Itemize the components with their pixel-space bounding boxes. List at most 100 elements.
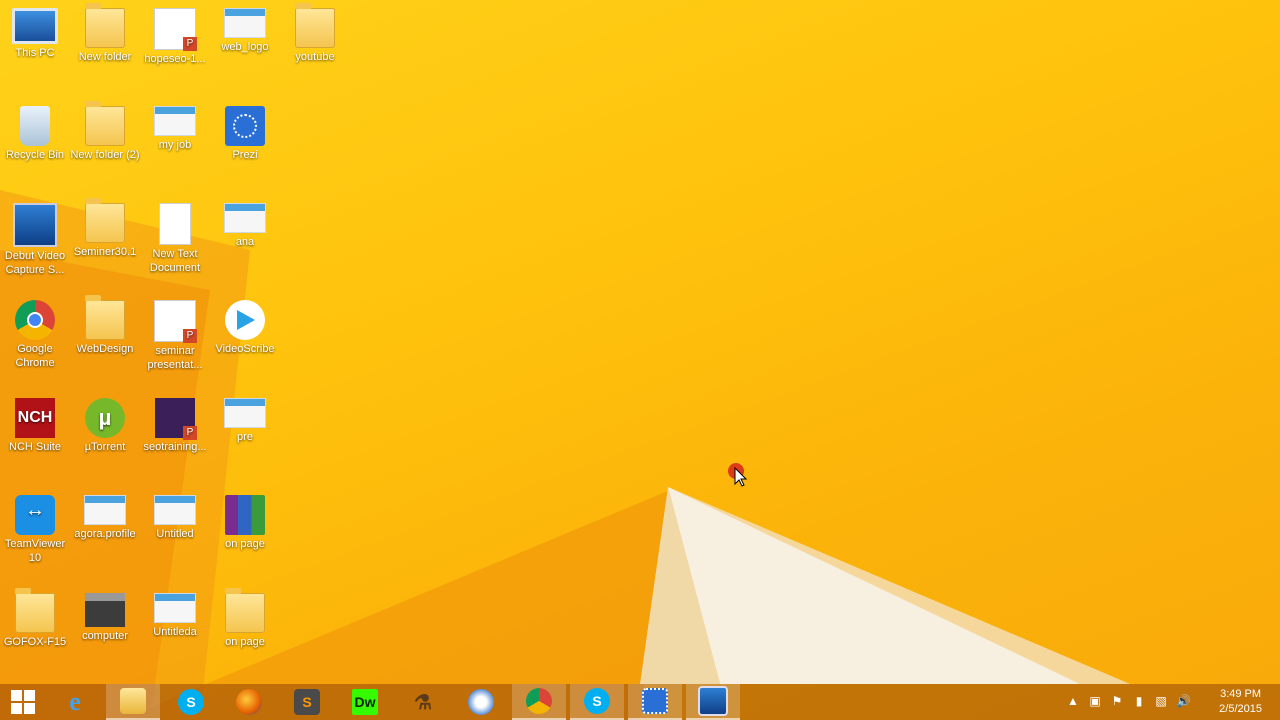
desktop-icon-web-logo[interactable]: web_logo bbox=[210, 0, 280, 54]
network-app-icon: ⚗ bbox=[414, 691, 432, 714]
desktop-icon-seotraining[interactable]: seotraining... bbox=[140, 390, 210, 454]
taskbar-internet-explorer[interactable]: e bbox=[48, 684, 102, 720]
desktop-icon-webdesign[interactable]: WebDesign bbox=[70, 292, 140, 356]
video-capture-icon bbox=[698, 686, 728, 716]
desktop-icon-label: hopeseo-1... bbox=[144, 53, 206, 65]
taskbar-browser[interactable] bbox=[454, 684, 508, 720]
desktop-icon-label: Untitleda bbox=[153, 626, 197, 638]
desktop-icon-youtube[interactable]: youtube bbox=[280, 0, 350, 64]
desktop-icon-label: seotraining... bbox=[143, 441, 207, 453]
taskbar-video-capture[interactable] bbox=[686, 684, 740, 720]
prezi-icon bbox=[225, 106, 265, 146]
nch-suite-icon: NCH bbox=[15, 398, 55, 438]
computer-icon bbox=[85, 593, 125, 627]
mouse-pointer-icon bbox=[728, 463, 748, 487]
desktop-icon-on-page[interactable]: on page bbox=[210, 585, 280, 649]
desktop-icon-label: web_logo bbox=[221, 41, 269, 53]
desktop-icon-label: agora.profile bbox=[74, 528, 136, 540]
prezi-icon bbox=[642, 688, 668, 714]
desktop-icon-new-text-document[interactable]: New Text Document bbox=[140, 195, 210, 275]
powerpoint-file-icon bbox=[155, 398, 197, 440]
folder-icon bbox=[295, 3, 335, 48]
desktop-icon-label: youtube bbox=[295, 51, 335, 63]
desktop-icon-videoscribe[interactable]: VideoScribe bbox=[210, 292, 280, 356]
taskbar-prezi[interactable] bbox=[628, 684, 682, 720]
desktop-icon-untitled[interactable]: Untitled bbox=[140, 487, 210, 541]
desktop-icon-google-chrome[interactable]: Google Chrome bbox=[0, 292, 70, 370]
teamviewer-icon bbox=[15, 495, 55, 535]
usb-drive-icon[interactable]: ▣ bbox=[1088, 694, 1102, 708]
browser-globe-icon bbox=[468, 689, 494, 715]
desktop-icon-label: New folder bbox=[78, 51, 132, 63]
taskbar-skype-2[interactable]: S bbox=[570, 684, 624, 720]
file-explorer-icon bbox=[120, 688, 146, 714]
desktop-icon-my-job[interactable]: my job bbox=[140, 98, 210, 152]
desktop-icon-new-folder[interactable]: New folder bbox=[70, 0, 140, 64]
desktop-icon-prezi[interactable]: Prezi bbox=[210, 98, 280, 162]
desktop-icon-label: on page bbox=[225, 538, 265, 550]
folder-icon bbox=[85, 198, 125, 243]
action-center-flag-icon[interactable]: ⚑ bbox=[1110, 694, 1124, 708]
desktop-icon-nch-suite[interactable]: NCH NCH Suite bbox=[0, 390, 70, 454]
show-hidden-icons-chevron-icon[interactable]: ▲ bbox=[1066, 694, 1080, 708]
desktop-icon-on-page[interactable]: on page bbox=[210, 487, 280, 551]
network-signal-icon[interactable]: ▧ bbox=[1154, 694, 1168, 708]
taskbar-google-chrome[interactable] bbox=[512, 684, 566, 720]
sublime-text-icon: S bbox=[294, 689, 320, 715]
desktop-icon-torrent[interactable]: µ µTorrent bbox=[70, 390, 140, 454]
this-pc-icon bbox=[12, 8, 58, 44]
desktop-icon-computer[interactable]: computer bbox=[70, 585, 140, 643]
image-file-icon bbox=[224, 203, 266, 233]
desktop-icon-label: NCH Suite bbox=[9, 441, 61, 453]
webpage-file-icon bbox=[154, 593, 196, 623]
utorrent-icon: µ bbox=[85, 398, 125, 438]
desktop-icon-gofox-f15[interactable]: GOFOX-F15 bbox=[0, 585, 70, 649]
volume-speaker-icon[interactable]: 🔊 bbox=[1176, 694, 1191, 708]
desktop-icon-label: my job bbox=[158, 139, 192, 151]
desktop-icon-label: New Text Document bbox=[149, 248, 201, 274]
desktop-icon-debut-video-capture-s[interactable]: Debut Video Capture S... bbox=[0, 195, 70, 277]
image-file-icon bbox=[224, 398, 266, 428]
taskbar-sublime-text[interactable]: S bbox=[280, 684, 334, 720]
desktop-icon-label: GOFOX-F15 bbox=[3, 636, 67, 648]
taskbar-dreamweaver[interactable]: Dw bbox=[338, 684, 392, 720]
desktop-icon-agora-profile[interactable]: agora.profile bbox=[70, 487, 140, 541]
desktop-icon-new-folder-2[interactable]: New folder (2) bbox=[70, 98, 140, 162]
desktop-icon-label: pre bbox=[237, 431, 253, 443]
start-button[interactable] bbox=[0, 684, 46, 720]
desktop-icon-label: TeamViewer 10 bbox=[4, 538, 66, 564]
desktop-icon-hopeseo-1[interactable]: hopeseo-1... bbox=[140, 0, 210, 66]
system-tray: ▲ ▣ ⚑ ▮ ▧ 🔊 3:49 PM 2/5/2015 bbox=[1050, 684, 1280, 720]
desktop-icon-ana[interactable]: ana bbox=[210, 195, 280, 249]
clock-time: 3:49 PM bbox=[1220, 688, 1262, 700]
desktop-icon-pre[interactable]: pre bbox=[210, 390, 280, 444]
image-file-icon bbox=[84, 495, 126, 525]
desktop-icon-label: Untitled bbox=[156, 528, 194, 540]
dreamweaver-icon: Dw bbox=[352, 689, 378, 715]
desktop-icon-recycle-bin[interactable]: Recycle Bin bbox=[0, 98, 70, 162]
desktop-icon-this-pc[interactable]: This PC bbox=[0, 0, 70, 60]
desktop-icon-label: ana bbox=[235, 236, 255, 248]
pdf-document-icon bbox=[154, 8, 197, 51]
desktop-icon-untitleda[interactable]: Untitleda bbox=[140, 585, 210, 639]
taskbar-clock[interactable]: 3:49 PM 2/5/2015 bbox=[1219, 687, 1262, 717]
folder-icon bbox=[225, 588, 265, 633]
desktop-icon-label: Recycle Bin bbox=[5, 149, 65, 161]
webpage-file-icon bbox=[154, 106, 196, 136]
desktop-icon-label: Prezi bbox=[232, 149, 258, 161]
battery-icon[interactable]: ▮ bbox=[1132, 694, 1146, 708]
taskbar-network-app[interactable]: ⚗ bbox=[396, 684, 450, 720]
dreamweaver-label: Dw bbox=[354, 694, 376, 710]
chrome-icon bbox=[15, 300, 55, 340]
desktop-icon-label: on page bbox=[225, 636, 265, 648]
desktop-icon-label: New folder (2) bbox=[70, 149, 140, 161]
taskbar-firefox[interactable] bbox=[222, 684, 276, 720]
taskbar-file-explorer[interactable] bbox=[106, 684, 160, 720]
desktop-icon-label: µTorrent bbox=[84, 441, 126, 453]
desktop-icon-teamviewer-10[interactable]: TeamViewer 10 bbox=[0, 487, 70, 565]
webpage-file-icon bbox=[154, 495, 196, 525]
desktop-icon-seminar-presentat[interactable]: seminar presentat... bbox=[140, 292, 210, 372]
folder-icon bbox=[85, 295, 125, 340]
desktop-icon-seminer30-1[interactable]: Seminer30.1 bbox=[70, 195, 140, 259]
taskbar-skype[interactable]: S bbox=[164, 684, 218, 720]
